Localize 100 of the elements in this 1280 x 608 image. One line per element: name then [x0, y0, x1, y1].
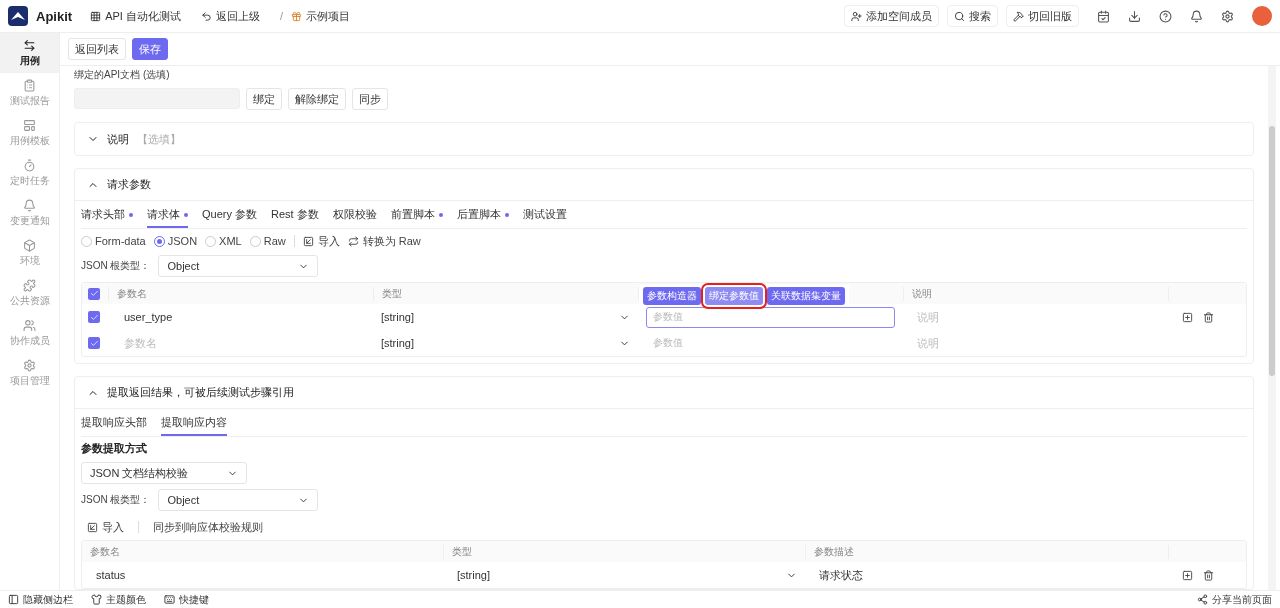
- root-type-select[interactable]: Object: [158, 489, 319, 511]
- check-icon: [89, 338, 99, 348]
- section-header[interactable]: 提取返回结果，可被后续测试步骤引用: [75, 377, 1253, 409]
- bind-button[interactable]: 同步: [352, 88, 388, 110]
- bind-button[interactable]: 绑定: [246, 88, 282, 110]
- radio-option[interactable]: XML: [205, 235, 242, 247]
- share-link[interactable]: 分享当前页面: [1197, 592, 1272, 607]
- calendar-icon[interactable]: [1097, 9, 1110, 23]
- bind-button[interactable]: 解除绑定: [288, 88, 346, 110]
- swap-icon: [23, 38, 36, 52]
- scrollbar[interactable]: [1268, 66, 1276, 590]
- layout-icon: [23, 118, 36, 132]
- import-link[interactable]: 导入: [87, 519, 124, 535]
- type-select[interactable]: [string]: [373, 337, 638, 349]
- type-select[interactable]: [string]: [373, 311, 638, 323]
- download-icon[interactable]: [1128, 9, 1141, 23]
- tab[interactable]: Query 参数: [202, 207, 257, 228]
- type-select[interactable]: [string]: [443, 569, 805, 581]
- table-cell-text: 请求状态: [818, 567, 864, 583]
- section-title: 提取返回结果，可被后续测试步骤引用: [107, 385, 294, 400]
- logo-icon: [8, 6, 28, 26]
- toolbar-button[interactable]: 保存: [132, 38, 168, 60]
- delete-icon[interactable]: [1203, 311, 1214, 323]
- tab[interactable]: 提取响应内容: [161, 415, 227, 436]
- notification-icon[interactable]: [1190, 9, 1203, 23]
- sync-link[interactable]: 同步到响应体校验规则: [153, 519, 263, 535]
- footer-button[interactable]: 快捷键: [164, 592, 209, 607]
- tab[interactable]: 测试设置: [522, 207, 567, 228]
- table-cell-text: 说明: [916, 335, 940, 351]
- bell-icon: [23, 198, 36, 212]
- radio-option[interactable]: JSON: [153, 235, 198, 247]
- column-header: 参数名: [108, 286, 373, 301]
- row-checkbox[interactable]: [88, 311, 100, 323]
- check-icon: [89, 312, 99, 322]
- footer-button[interactable]: 主题颜色: [91, 592, 146, 607]
- tab[interactable]: Rest 参数: [271, 207, 319, 228]
- tab[interactable]: 权限校验: [332, 207, 377, 228]
- field-label: JSON 根类型：: [81, 493, 151, 507]
- dot-indicator: [504, 212, 509, 217]
- radio-option[interactable]: Raw: [249, 235, 286, 247]
- tab[interactable]: 前置脚本: [390, 207, 443, 228]
- toolbar-button[interactable]: 返回列表: [68, 38, 126, 60]
- root-type-select[interactable]: Object: [158, 255, 319, 277]
- radio-option[interactable]: Form-data: [81, 235, 146, 247]
- settings-icon[interactable]: [1221, 9, 1234, 23]
- row-checkbox[interactable]: [88, 337, 100, 349]
- section-hint: 【选填】: [137, 131, 181, 147]
- brand-name: Apikit: [36, 8, 73, 24]
- column-header: 说明: [903, 286, 1168, 301]
- check-icon: [89, 289, 99, 298]
- import-icon: [87, 521, 98, 533]
- clipboard-icon: [23, 78, 36, 92]
- import-icon: [302, 235, 314, 247]
- project-link[interactable]: 示例项目: [291, 8, 350, 24]
- delete-icon[interactable]: [1203, 569, 1214, 581]
- tab[interactable]: 请求头部: [81, 207, 133, 228]
- table-cell-text: 参数名: [123, 335, 158, 351]
- dot-indicator: [184, 212, 188, 217]
- gift-icon: [291, 10, 302, 22]
- shirt-icon: [91, 594, 102, 605]
- table-cell-text: user_type: [123, 311, 174, 323]
- module-link[interactable]: API 自动化测试: [90, 8, 181, 24]
- table-cell-text: 说明: [916, 309, 940, 325]
- cube-icon: [23, 238, 36, 252]
- tab[interactable]: 提取响应头部: [81, 415, 147, 436]
- section-header[interactable]: 请求参数: [75, 169, 1253, 201]
- value-tool-button[interactable]: 关联数据集变量: [767, 286, 845, 305]
- section-title: 请求参数: [107, 177, 151, 192]
- keyboard-icon: [164, 594, 175, 605]
- field-label: JSON 根类型：: [81, 259, 151, 273]
- section-header[interactable]: 说明 【选填】: [75, 123, 1253, 155]
- header-button[interactable]: 添加空间成员: [844, 5, 939, 27]
- value-tool-button[interactable]: 参数构造器: [643, 286, 701, 305]
- dot-indicator: [438, 212, 443, 217]
- add-icon[interactable]: [1182, 311, 1193, 323]
- tab[interactable]: 请求体: [147, 207, 188, 228]
- import-link[interactable]: 导入: [302, 233, 340, 249]
- method-select[interactable]: JSON 文档结构校验: [81, 462, 247, 484]
- sidebar-item[interactable]: 用例: [0, 33, 59, 73]
- puzzle-icon: [23, 278, 36, 292]
- tab[interactable]: 后置脚本: [456, 207, 509, 228]
- undo-icon: [200, 10, 212, 22]
- field-label: 参数提取方式: [81, 441, 148, 456]
- column-header: 参数描述: [805, 544, 1168, 559]
- section-title: 说明: [107, 131, 129, 147]
- sidebar-icon: [8, 594, 19, 605]
- help-icon[interactable]: [1159, 9, 1172, 23]
- grid-icon: [90, 10, 102, 22]
- convert-link[interactable]: 转换为 Raw: [347, 233, 421, 249]
- select-all-checkbox[interactable]: [88, 287, 100, 300]
- back-link[interactable]: 返回上级: [200, 8, 260, 24]
- column-header: 类型: [373, 286, 638, 301]
- convert-icon: [347, 235, 359, 247]
- add-user-icon: [851, 10, 862, 22]
- field-label: 绑定的API文档 (选填): [74, 68, 171, 82]
- header-button[interactable]: 搜索: [947, 5, 998, 27]
- add-icon[interactable]: [1182, 569, 1193, 581]
- footer-button[interactable]: 隐藏侧边栏: [8, 592, 73, 607]
- avatar[interactable]: [1252, 6, 1272, 26]
- header-button[interactable]: 切回旧版: [1006, 5, 1079, 27]
